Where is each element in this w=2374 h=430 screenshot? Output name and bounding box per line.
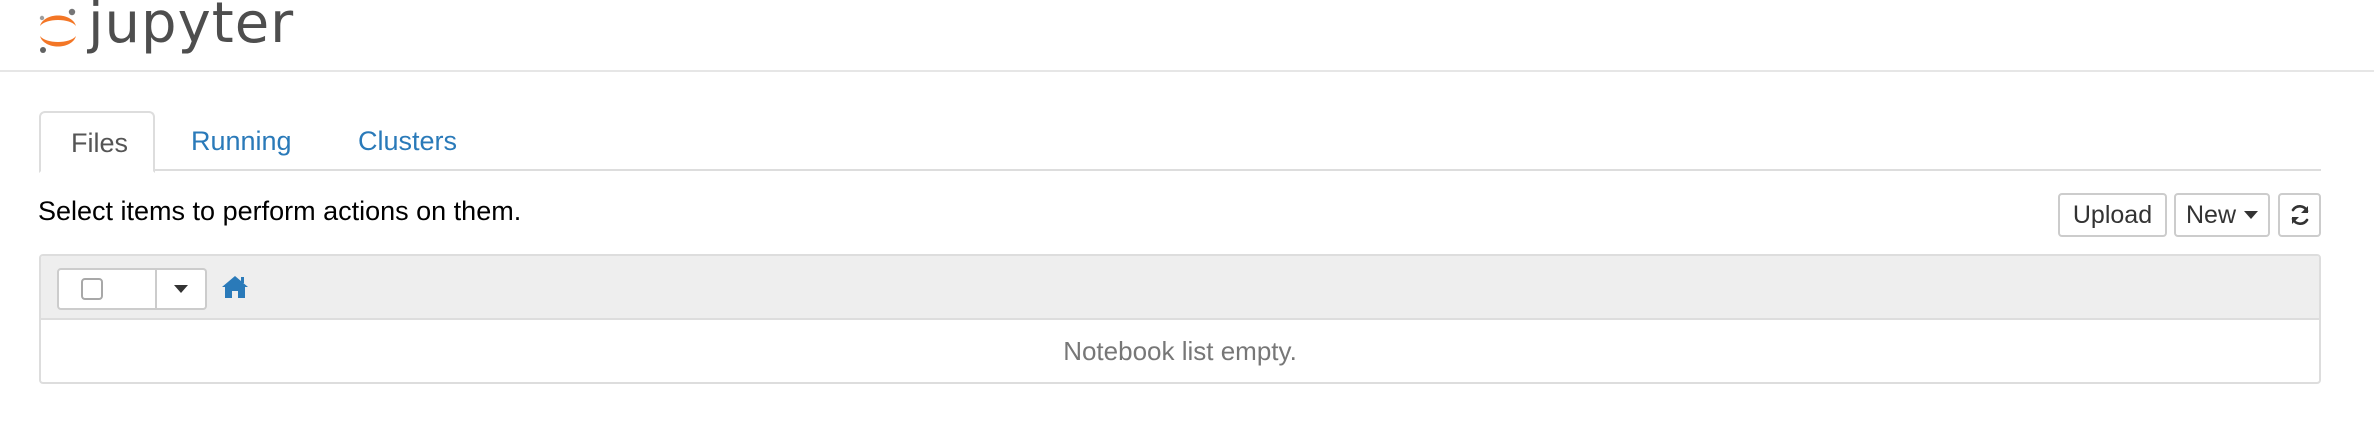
tab-clusters[interactable]: Clusters	[328, 111, 487, 171]
jupyter-logo[interactable]: jupyter	[36, 0, 294, 60]
caret-down-icon	[174, 285, 188, 293]
select-all-group	[57, 268, 207, 310]
tab-files-label: Files	[71, 128, 129, 158]
header: jupyter	[0, 0, 2374, 72]
new-button[interactable]: New	[2174, 193, 2270, 237]
select-all-box[interactable]	[57, 268, 157, 310]
notebook-list-header	[41, 256, 2319, 320]
checkbox-icon[interactable]	[81, 278, 103, 300]
tab-files[interactable]: Files	[39, 111, 155, 173]
new-button-label: New	[2185, 200, 2236, 229]
instructions-text: Select items to perform actions on them.	[38, 196, 522, 226]
upload-button-label: Upload	[2072, 200, 2153, 229]
logo-text: jupyter	[88, 0, 295, 56]
notebook-list: Notebook list empty.	[39, 254, 2321, 384]
refresh-button[interactable]	[2278, 193, 2321, 237]
empty-list-message: Notebook list empty.	[1063, 336, 1297, 366]
refresh-icon	[2291, 205, 2308, 225]
caret-down-icon	[2244, 211, 2258, 219]
tab-running-label: Running	[191, 126, 292, 156]
upload-button[interactable]: Upload	[2058, 193, 2167, 237]
tab-bar: Files Running Clusters	[39, 111, 2321, 173]
tab-running[interactable]: Running	[161, 111, 322, 171]
select-dropdown-button[interactable]	[157, 268, 207, 310]
home-icon[interactable]	[221, 274, 249, 300]
jupyter-logo-icon	[39, 8, 76, 53]
tab-clusters-label: Clusters	[358, 126, 458, 156]
